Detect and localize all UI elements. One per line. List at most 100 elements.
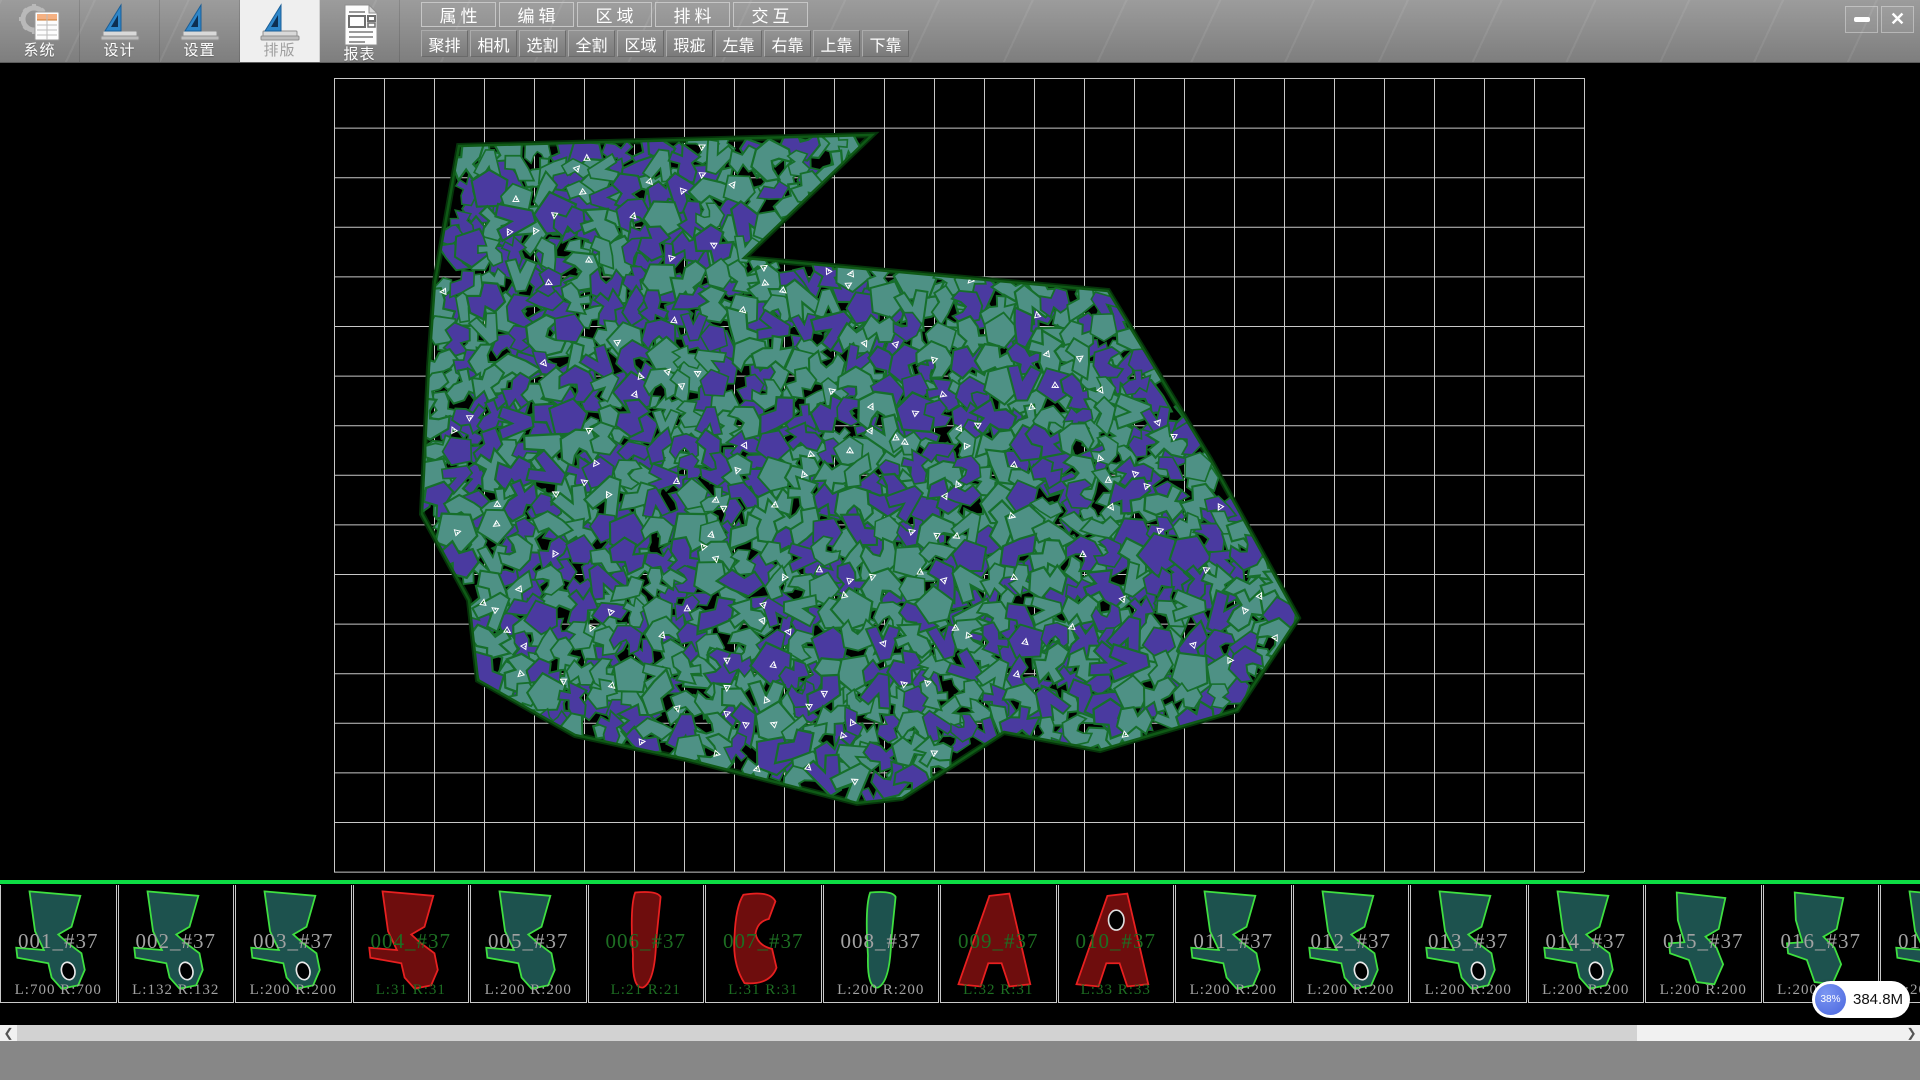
- thumbnail-cell-9[interactable]: 009_#37 L:32 R:31: [940, 885, 1057, 1003]
- thumbnail-cell-14[interactable]: 014_#37 L:200 R:200: [1528, 885, 1645, 1003]
- menu-item-row1-4[interactable]: 排料: [655, 2, 730, 27]
- minimize-icon: [1854, 17, 1870, 22]
- thumbnail-cell-13[interactable]: 013_#37 L:200 R:200: [1410, 885, 1527, 1003]
- piece-lr-count-label: L:33 R:33: [1059, 982, 1174, 999]
- piece-lr-count-label: L:200 R:200: [1294, 982, 1409, 999]
- status-bar: [0, 1041, 1920, 1080]
- toolbar-button-label: 系统: [0, 43, 79, 59]
- thumbnail-cell-6[interactable]: 006_#37 L:21 R:21: [588, 885, 705, 1003]
- scroll-right-arrow-icon[interactable]: ❯: [1903, 1025, 1920, 1041]
- close-icon: ✕: [1890, 9, 1905, 30]
- scroll-left-arrow-icon[interactable]: ❮: [0, 1025, 17, 1041]
- menu-row-secondary: 聚排相机选割全割区域瑕疵左靠右靠上靠下靠: [421, 30, 909, 57]
- thumbnail-cell-7[interactable]: 007_#37 L:31 R:31: [705, 885, 822, 1003]
- piece-id-label: 013_#37: [1411, 929, 1526, 954]
- piece-id-label: 017_#37: [1881, 929, 1920, 954]
- horizontal-scrollbar[interactable]: ❮ ❯: [0, 1025, 1920, 1041]
- piece-id-label: 005_#37: [471, 929, 586, 954]
- scrollbar-thumb[interactable]: [17, 1025, 1637, 1041]
- memory-value-label: 384.8M: [1853, 991, 1903, 1008]
- thumbnail-cell-11[interactable]: 011_#37 L:200 R:200: [1175, 885, 1292, 1003]
- close-button[interactable]: ✕: [1881, 6, 1914, 33]
- piece-id-label: 009_#37: [941, 929, 1056, 954]
- thumbnail-cell-10[interactable]: 010_#37 L:33 R:33: [1058, 885, 1175, 1003]
- piece-id-label: 001_#37: [1, 929, 116, 954]
- piece-lr-count-label: L:200 R:200: [824, 982, 939, 999]
- piece-id-label: 014_#37: [1529, 929, 1644, 954]
- menu-item-row1-2[interactable]: 编辑: [499, 2, 574, 27]
- menu-item-row2-5[interactable]: 区域: [617, 30, 664, 57]
- menu-item-row2-3[interactable]: 选割: [519, 30, 566, 57]
- menu-item-row2-6[interactable]: 瑕疵: [666, 30, 713, 57]
- menu-item-row2-9[interactable]: 上靠: [813, 30, 860, 57]
- toolbar-button-label: 设计: [80, 43, 159, 59]
- menu-item-row1-5[interactable]: 交互: [733, 2, 808, 27]
- toolbar: 系统 设计 设置 排版 报表 属性编辑区域排料交互 聚排相机选割全割区域瑕疵左靠…: [0, 0, 1920, 63]
- menu-item-row1-1[interactable]: 属性: [421, 2, 496, 27]
- toolbar-button-design-ruler[interactable]: 设计: [80, 0, 160, 62]
- piece-lr-count-label: L:200 R:200: [1646, 982, 1761, 999]
- memory-percent-circle: 38%: [1815, 984, 1846, 1015]
- menu-item-row2-1[interactable]: 聚排: [421, 30, 468, 57]
- strip-top-highlight-line: [0, 880, 1920, 884]
- design-ruler-icon: [80, 3, 159, 43]
- piece-lr-count-label: L:700 R:700: [1, 982, 116, 999]
- settings-ruler-icon: [160, 3, 239, 43]
- toolbar-button-settings-ruler[interactable]: 设置: [160, 0, 240, 62]
- piece-id-label: 015_#37: [1646, 929, 1761, 954]
- thumbnail-cell-12[interactable]: 012_#37 L:200 R:200: [1293, 885, 1410, 1003]
- thumbnail-cell-1[interactable]: 001_#37 L:700 R:700: [0, 885, 117, 1003]
- thumbnail-cell-5[interactable]: 005_#37 L:200 R:200: [470, 885, 587, 1003]
- piece-lr-count-label: L:21 R:21: [589, 982, 704, 999]
- menu-item-row2-4[interactable]: 全割: [568, 30, 615, 57]
- toolbar-button-label: 报表: [320, 47, 399, 63]
- menu-row-primary: 属性编辑区域排料交互: [421, 2, 808, 27]
- piece-lr-count-label: L:200 R:200: [471, 982, 586, 999]
- memory-percent-label: 38%: [1820, 994, 1840, 1005]
- layout-ruler-icon: [240, 3, 319, 43]
- report-document-icon: [320, 3, 399, 47]
- menu-item-row2-7[interactable]: 左靠: [715, 30, 762, 57]
- piece-id-label: 012_#37: [1294, 929, 1409, 954]
- piece-lr-count-label: L:132 R:132: [119, 982, 234, 999]
- toolbar-button-label: 设置: [160, 43, 239, 59]
- minimize-button[interactable]: [1845, 6, 1878, 33]
- piece-id-label: 010_#37: [1059, 929, 1174, 954]
- memory-usage-badge: 38% 384.8M: [1812, 981, 1910, 1018]
- piece-id-label: 002_#37: [119, 929, 234, 954]
- piece-lr-count-label: L:200 R:200: [1176, 982, 1291, 999]
- thumbnail-cell-15[interactable]: 015_#37 L:200 R:200: [1645, 885, 1762, 1003]
- nested-pieces: [402, 117, 1309, 816]
- piece-lr-count-label: L:200 R:200: [1529, 982, 1644, 999]
- piece-id-label: 006_#37: [589, 929, 704, 954]
- toolbar-button-label: 排版: [240, 43, 319, 59]
- thumbnail-cell-4[interactable]: 004_#37 L:31 R:31: [353, 885, 470, 1003]
- piece-id-label: 016_#37: [1764, 929, 1879, 954]
- toolbar-button-report-document[interactable]: 报表: [320, 0, 400, 62]
- piece-id-label: 008_#37: [824, 929, 939, 954]
- piece-id-label: 003_#37: [236, 929, 351, 954]
- piece-id-label: 004_#37: [354, 929, 469, 954]
- nesting-canvas[interactable]: [0, 63, 1920, 880]
- piece-lr-count-label: L:31 R:31: [354, 982, 469, 999]
- piece-lr-count-label: L:200 R:200: [1411, 982, 1526, 999]
- toolbar-button-system-gear-table[interactable]: 系统: [0, 0, 80, 62]
- menu-item-row2-2[interactable]: 相机: [470, 30, 517, 57]
- menu-item-row1-3[interactable]: 区域: [577, 2, 652, 27]
- thumbnail-cell-2[interactable]: 002_#37 L:132 R:132: [118, 885, 235, 1003]
- thumbnail-cell-8[interactable]: 008_#37 L:200 R:200: [823, 885, 940, 1003]
- piece-lr-count-label: L:32 R:31: [941, 982, 1056, 999]
- piece-id-label: 011_#37: [1176, 929, 1291, 954]
- piece-lr-count-label: L:200 R:200: [236, 982, 351, 999]
- thumbnail-cells: 001_#37 L:700 R:700 002_#37 L:132 R:132 …: [0, 885, 1920, 1003]
- toolbar-button-layout-ruler[interactable]: 排版: [240, 0, 320, 62]
- piece-thumbnail-strip: 001_#37 L:700 R:700 002_#37 L:132 R:132 …: [0, 880, 1920, 1025]
- application-window: 系统 设计 设置 排版 报表 属性编辑区域排料交互 聚排相机选割全割区域瑕疵左靠…: [0, 0, 1920, 1080]
- piece-id-label: 007_#37: [706, 929, 821, 954]
- system-gear-table-icon: [0, 3, 79, 43]
- menu-item-row2-8[interactable]: 右靠: [764, 30, 811, 57]
- nesting-layout-svg: [334, 78, 1585, 873]
- menu-item-row2-10[interactable]: 下靠: [862, 30, 909, 57]
- piece-lr-count-label: L:31 R:31: [706, 982, 821, 999]
- thumbnail-cell-3[interactable]: 003_#37 L:200 R:200: [235, 885, 352, 1003]
